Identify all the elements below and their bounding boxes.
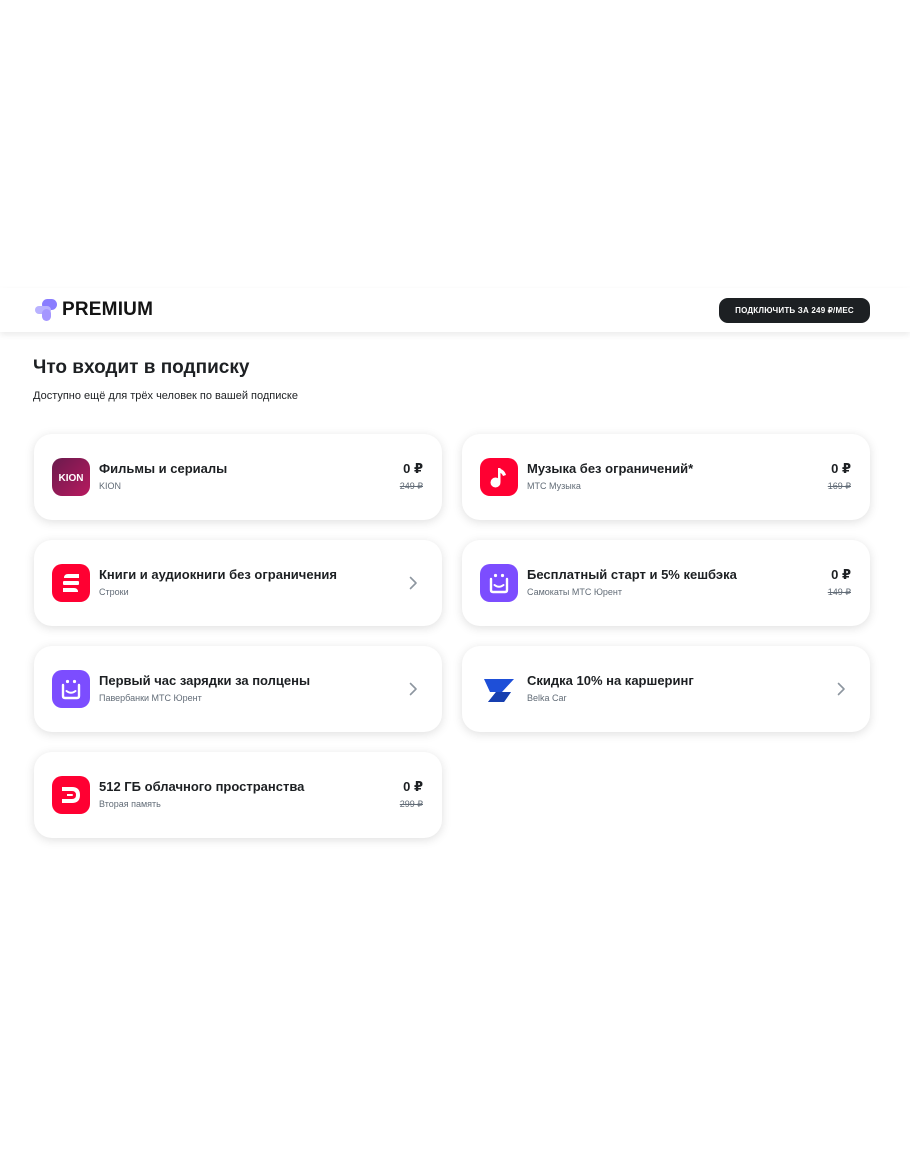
svg-text:KION: KION — [59, 473, 84, 484]
service-provider: Самокаты МТС Юрент — [527, 587, 623, 597]
service-provider: Вторая память — [99, 799, 161, 809]
service-old-price: 249 ₽ — [399, 481, 423, 491]
service-title: Фильмы и сериалы — [99, 461, 228, 476]
service-price: 0 ₽ — [831, 461, 851, 476]
service-provider: Belka Car — [527, 693, 567, 703]
service-price: 0 ₽ — [831, 567, 851, 582]
chevron-right-icon[interactable] — [408, 682, 418, 696]
service-card-urent-scooters[interactable]: Бесплатный старт и 5% кешбэка Самокаты М… — [462, 540, 870, 626]
service-card-cloud-storage[interactable]: 512 ГБ облачного пространства Вторая пам… — [34, 752, 442, 838]
service-card-urent-powerbanks[interactable]: Первый час зарядки за полцены Павербанки… — [34, 646, 442, 732]
service-title: Книги и аудиокниги без ограничения — [99, 567, 337, 582]
service-provider: Строки — [99, 587, 129, 597]
service-title: 512 ГБ облачного пространства — [99, 779, 305, 794]
service-card-mts-music[interactable]: Музыка без ограничений* МТС Музыка 0 ₽ 1… — [462, 434, 870, 520]
service-provider: МТС Музыка — [527, 481, 581, 491]
cloud-storage-icon — [52, 776, 90, 814]
connect-subscription-button[interactable]: ПОДКЛЮЧИТЬ ЗА 249 ₽/МЕС — [719, 298, 870, 323]
service-provider: KION — [99, 481, 122, 491]
page-subtitle: Доступно ещё для трёх человек по вашей п… — [33, 390, 298, 402]
service-title: Музыка без ограничений* — [527, 461, 694, 476]
stroki-icon — [52, 564, 90, 602]
service-price: 0 ₽ — [403, 779, 423, 794]
top-bar: PREMIUM ПОДКЛЮЧИТЬ ЗА 249 ₽/МЕС — [0, 288, 910, 332]
service-old-price: 169 ₽ — [827, 481, 851, 491]
service-card-kion[interactable]: KION Фильмы и сериалы KION 0 ₽ 249 ₽ — [34, 434, 442, 520]
mts-music-icon — [480, 458, 518, 496]
service-title: Скидка 10% на каршеринг — [527, 673, 694, 688]
service-old-price: 149 ₽ — [827, 587, 851, 597]
logo-text: PREMIUM — [62, 299, 154, 320]
page-title: Что входит в подписку — [33, 357, 250, 378]
service-card-stroki[interactable]: Книги и аудиокниги без ограничения Строк… — [34, 540, 442, 626]
service-price: 0 ₽ — [403, 461, 423, 476]
chevron-right-icon[interactable] — [408, 576, 418, 590]
urent-icon — [52, 670, 90, 708]
kion-icon: KION — [52, 458, 90, 496]
service-title: Первый час зарядки за полцены — [99, 673, 311, 688]
premium-logo[interactable]: PREMIUM — [35, 299, 153, 321]
service-provider: Павербанки МТС Юрент — [99, 693, 202, 703]
premium-logo-icon — [35, 299, 59, 321]
service-card-belka-car[interactable]: Скидка 10% на каршеринг Belka Car — [462, 646, 870, 732]
belka-car-icon — [480, 670, 518, 708]
urent-icon — [480, 564, 518, 602]
service-old-price: 299 ₽ — [399, 799, 423, 809]
chevron-right-icon[interactable] — [836, 682, 846, 696]
service-title: Бесплатный старт и 5% кешбэка — [527, 567, 737, 582]
